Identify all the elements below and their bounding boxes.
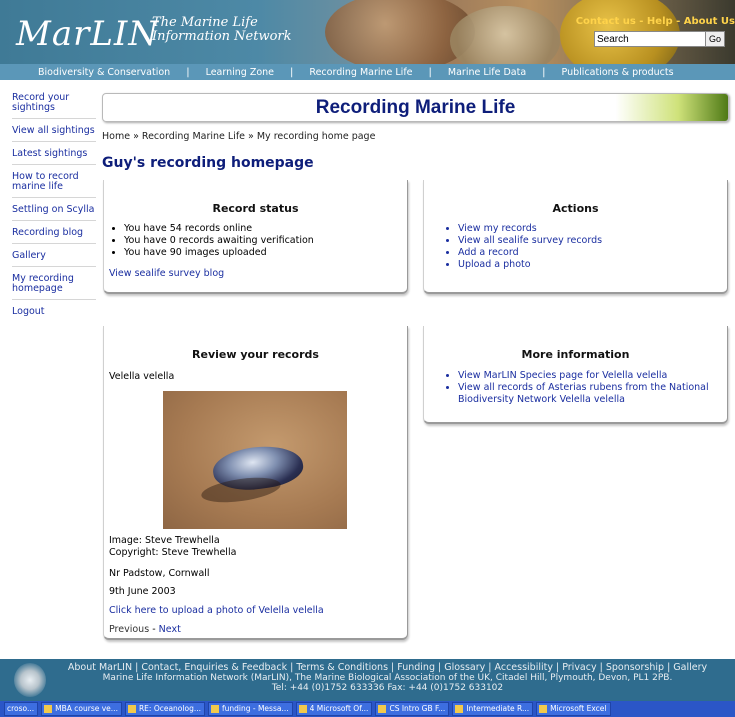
nbn-records-link[interactable]: View all records of Asterias rubens from…: [458, 382, 727, 406]
mail-icon: [44, 705, 53, 713]
previous-link[interactable]: Previous: [109, 624, 149, 635]
upload-species-photo-link[interactable]: Click here to upload a photo of Velella …: [109, 605, 324, 616]
sidebar-item-my-homepage[interactable]: My recording homepage: [12, 272, 96, 300]
breadcrumb[interactable]: Home » Recording Marine Life » My record…: [102, 131, 375, 142]
logo-sub-line1: The Marine Life: [152, 15, 258, 30]
pager-separator: -: [152, 624, 156, 635]
taskbar-item[interactable]: Microsoft Excel: [536, 702, 611, 716]
nav-recording[interactable]: Recording Marine Life: [309, 67, 412, 78]
review-records-title: Review your records: [192, 348, 319, 361]
footer-phone: Tel: +44 (0)1752 633336 Fax: +44 (0)1752…: [271, 683, 504, 693]
footer-address: Marine Life Information Network (MarLIN)…: [102, 673, 673, 683]
site-footer: About MarLIN | Contact, Enquiries & Feed…: [0, 659, 735, 701]
image-copyright: Copyright: Steve Trewhella: [109, 547, 237, 558]
view-all-survey-records-link[interactable]: View all sealife survey records: [458, 235, 727, 247]
sidebar-item-view-all[interactable]: View all sightings: [12, 124, 96, 142]
site-logo[interactable]: MarLIN: [16, 14, 159, 54]
search-go-button[interactable]: Go: [705, 31, 725, 47]
sealife-blog-link[interactable]: View sealife survey blog: [109, 268, 407, 279]
taskbar-item[interactable]: croso...: [4, 702, 39, 716]
search-input[interactable]: [594, 31, 708, 47]
actions-list: View my records View all sealife survey …: [424, 223, 727, 271]
nav-biodiversity[interactable]: Biodiversity & Conservation: [38, 67, 170, 78]
more-information-panel: More information View MarLIN Species pag…: [423, 326, 728, 424]
office-icon: [298, 705, 307, 713]
species-page-link[interactable]: View MarLIN Species page for Velella vel…: [458, 370, 727, 382]
sidebar-item-blog[interactable]: Recording blog: [12, 226, 96, 244]
document-icon: [455, 705, 464, 713]
record-pager: Previous - Next: [109, 624, 181, 635]
nav-separator: |: [186, 66, 190, 78]
species-photo[interactable]: [163, 391, 347, 529]
footer-links[interactable]: About MarLIN | Contact, Enquiries & Feed…: [0, 662, 735, 673]
more-information-list: View MarLIN Species page for Velella vel…: [424, 370, 727, 406]
top-links[interactable]: Contact us - Help - About Us: [576, 16, 735, 27]
mail-icon: [210, 705, 219, 713]
sidebar-item-gallery[interactable]: Gallery: [12, 249, 96, 267]
page-title-bar: Recording Marine Life: [102, 93, 729, 122]
shell-image: [450, 6, 560, 64]
taskbar-item[interactable]: RE: Oceanolog...: [124, 702, 205, 716]
image-credit: Image: Steve Trewhella: [109, 535, 220, 546]
nav-separator: |: [290, 66, 294, 78]
mail-icon: [127, 705, 136, 713]
taskbar-item[interactable]: Intermediate R...: [452, 702, 534, 716]
sidebar-item-record-sightings[interactable]: Record your sightings: [12, 91, 96, 119]
taskbar-item[interactable]: CS Intro GB F...: [375, 702, 450, 716]
nav-marine-data[interactable]: Marine Life Data: [448, 67, 526, 78]
jellyfish-shadow: [199, 473, 283, 507]
record-status-list: You have 54 records online You have 0 re…: [104, 223, 407, 259]
list-item: You have 90 images uploaded: [124, 247, 407, 259]
os-taskbar: croso... MBA course ve... RE: Oceanolog.…: [0, 701, 735, 717]
list-item: You have 54 records online: [124, 223, 407, 235]
sidebar: Record your sightings View all sightings…: [12, 91, 96, 327]
species-name: Velella velella: [109, 371, 175, 382]
sidebar-item-scylla[interactable]: Settling on Scylla: [12, 203, 96, 221]
taskbar-item[interactable]: 4 Microsoft Of...: [295, 702, 373, 716]
nav-publications[interactable]: Publications & products: [562, 67, 674, 78]
page-heading: Guy's recording homepage: [102, 155, 314, 171]
actions-panel: Actions View my records View all sealife…: [423, 180, 728, 294]
mba-crest-icon: [14, 663, 46, 697]
main-nav: Biodiversity & Conservation | Learning Z…: [0, 64, 735, 80]
next-link[interactable]: Next: [159, 624, 181, 635]
nav-separator: |: [542, 66, 546, 78]
list-item: You have 0 records awaiting verification: [124, 235, 407, 247]
record-status-panel: Record status You have 54 records online…: [103, 180, 408, 294]
record-date: 9th June 2003: [109, 586, 176, 597]
nav-learning-zone[interactable]: Learning Zone: [206, 67, 274, 78]
logo-sub-line2: Information Network: [152, 29, 292, 44]
nav-separator: |: [428, 66, 432, 78]
sidebar-item-logout[interactable]: Logout: [12, 305, 96, 322]
review-records-panel: Review your records Velella velella Imag…: [103, 326, 408, 640]
actions-title: Actions: [552, 202, 599, 215]
excel-icon: [539, 705, 548, 713]
site-logo-subtitle: The Marine Life Information Network: [152, 16, 292, 44]
add-record-link[interactable]: Add a record: [458, 247, 727, 259]
taskbar-item[interactable]: funding - Messa...: [207, 702, 293, 716]
upload-photo-link[interactable]: Upload a photo: [458, 259, 727, 271]
site-banner: MarLIN The Marine Life Information Netwo…: [0, 0, 735, 64]
sidebar-item-how-to-record[interactable]: How to record marine life: [12, 170, 96, 198]
document-icon: [378, 705, 387, 713]
more-information-title: More information: [521, 348, 630, 361]
view-my-records-link[interactable]: View my records: [458, 223, 727, 235]
taskbar-item[interactable]: MBA course ve...: [41, 702, 122, 716]
record-status-title: Record status: [212, 202, 299, 215]
record-location: Nr Padstow, Cornwall: [109, 568, 210, 579]
sidebar-item-latest[interactable]: Latest sightings: [12, 147, 96, 165]
page-title: Recording Marine Life: [315, 97, 516, 118]
